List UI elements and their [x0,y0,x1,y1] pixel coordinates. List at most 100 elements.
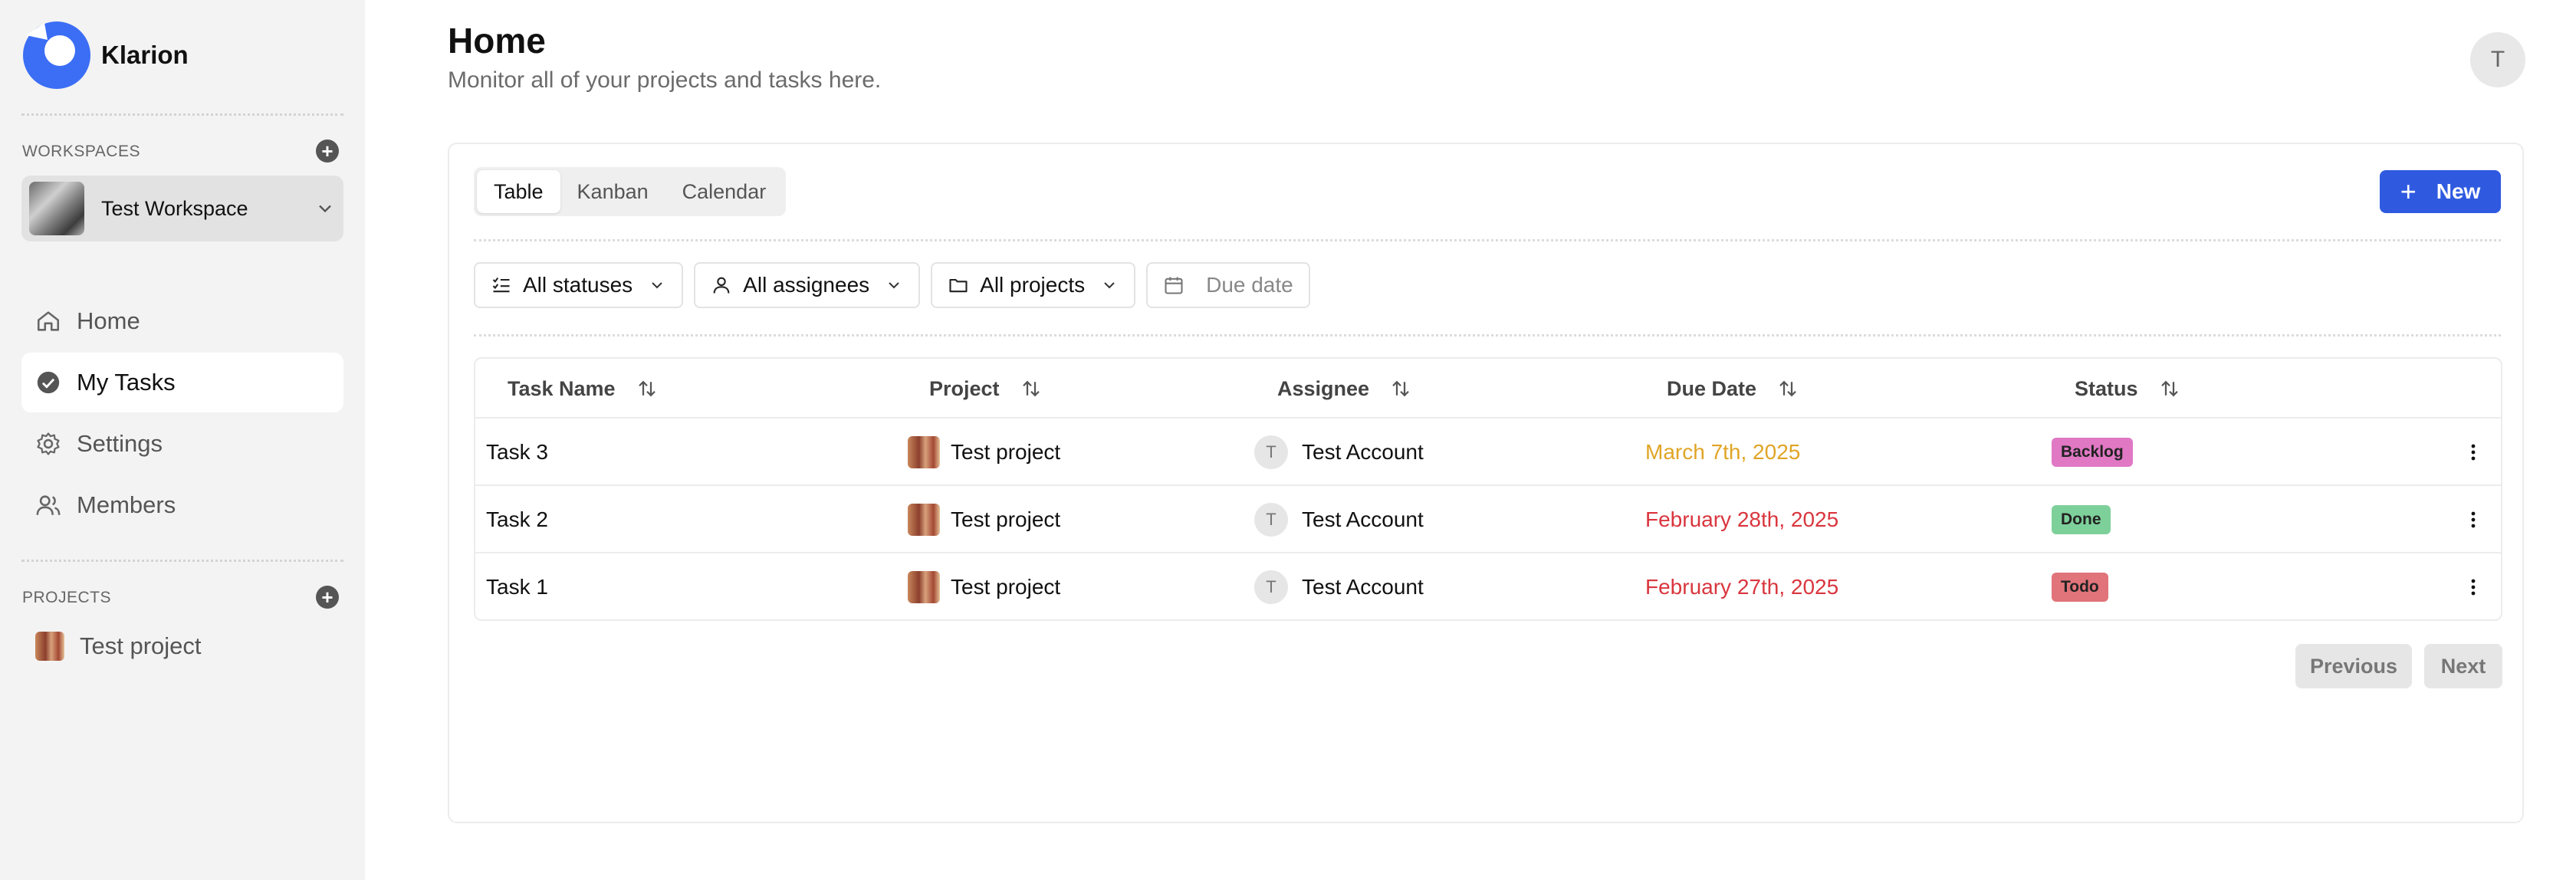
nav-item-label: My Tasks [77,369,176,396]
new-task-button[interactable]: + New [2380,170,2501,213]
column-label: Status [2075,376,2138,400]
table-row[interactable]: Task 2 Test project T Test Account Febru… [475,486,2501,553]
project-filter[interactable]: All projects [931,262,1136,308]
column-header-assignee[interactable]: Assignee [1277,359,1412,419]
nav-item-my-tasks[interactable]: My Tasks [21,353,343,412]
sort-icon [1392,380,1409,397]
assignee-cell: T Test Account [1254,486,1424,553]
add-workspace-button[interactable]: + [316,140,339,163]
sort-icon [1779,380,1796,397]
project-filter-label: All projects [980,273,1086,297]
workspace-name: Test Workspace [101,196,248,220]
sort-icon [2160,380,2178,397]
chevron-down-icon [652,282,662,289]
project-name: Test project [951,440,1061,464]
due-date: March 7th, 2025 [1645,440,1801,464]
assignee-cell: T Test Account [1254,553,1424,621]
tab-kanban[interactable]: Kanban [560,170,665,213]
user-avatar[interactable]: T [2470,32,2525,87]
project-thumbnail [908,571,940,603]
app-name: Klarion [101,41,189,69]
status-filter[interactable]: All statuses [474,262,684,308]
new-button-label: New [2436,179,2481,203]
nav-item-home[interactable]: Home [21,291,343,351]
more-vertical-icon [2471,579,2476,596]
status-cell: Todo [2052,553,2108,621]
workspaces-label: WORKSPACES [22,143,140,160]
project-cell[interactable]: Test project [908,419,1060,486]
assignee-filter-label: All assignees [743,273,870,297]
chevron-down-icon [319,205,331,213]
assignee-filter[interactable]: All assignees [694,262,921,308]
due-date: February 28th, 2025 [1645,507,1839,531]
divider [21,113,343,116]
nav-item-label: Home [77,307,140,334]
divider [474,239,2501,241]
column-header-due-date[interactable]: Due Date [1667,359,1799,419]
column-label: Due Date [1667,376,1757,400]
more-vertical-icon [2471,511,2476,528]
sort-icon [638,380,656,397]
tasks-card: Table Kanban Calendar + New All statuses… [448,143,2524,823]
task-name: Task 2 [486,507,548,531]
column-header-status[interactable]: Status [2075,359,2181,419]
next-page-button[interactable]: Next [2424,644,2502,688]
users-icon [36,495,61,515]
status-cell: Backlog [2052,419,2133,486]
project-name: Test project [951,575,1061,599]
workspace-thumbnail [29,182,84,235]
divider [474,334,2501,337]
project-name: Test project [951,507,1061,531]
sort-icon [1022,380,1040,397]
project-thumbnail [35,632,64,661]
column-header-project[interactable]: Project [929,359,1043,419]
project-cell[interactable]: Test project [908,553,1060,621]
home-icon [37,311,60,331]
tasks-table: Task Name Project Assignee Due Date Stat… [474,357,2502,621]
klarion-logo-icon [23,21,90,89]
task-name: Task 1 [486,575,548,599]
folder-icon [949,278,968,293]
page-title: Home [448,21,546,61]
page-subtitle: Monitor all of your projects and tasks h… [448,67,882,93]
status-badge: Backlog [2052,438,2133,467]
nav-item-label: Settings [77,430,163,457]
row-actions-button[interactable] [2464,419,2482,486]
calendar-icon [1165,277,1183,294]
status-cell: Done [2052,486,2111,553]
workspace-switcher[interactable]: Test Workspace [21,176,343,241]
row-actions-button[interactable] [2464,486,2482,553]
tab-table[interactable]: Table [477,170,560,213]
task-name: Task 3 [486,440,548,464]
table-row[interactable]: Task 3 Test project T Test Account March… [475,419,2501,486]
assignee-avatar: T [1254,570,1288,604]
table-row[interactable]: Task 1 Test project T Test Account Febru… [475,553,2501,621]
assignee-name: Test Account [1302,575,1424,599]
column-header-task-name[interactable]: Task Name [508,359,659,419]
column-label: Assignee [1277,376,1370,400]
due-date-filter[interactable]: Due date [1146,262,1310,308]
assignee-avatar: T [1254,435,1288,469]
column-label: Task Name [508,376,616,400]
tab-calendar[interactable]: Calendar [665,170,784,213]
filter-bar: All statuses All assignees All projects … [474,262,1321,308]
nav-item-members[interactable]: Members [21,475,343,535]
row-actions-button[interactable] [2464,553,2482,621]
assignee-name: Test Account [1302,507,1424,531]
nav-item-label: Members [77,491,176,518]
assignee-name: Test Account [1302,440,1424,464]
add-project-button[interactable]: + [316,586,339,609]
chevron-down-icon [1104,282,1115,289]
due-date-placeholder: Due date [1206,273,1293,297]
nav-item-settings[interactable]: Settings [21,414,343,474]
project-cell[interactable]: Test project [908,486,1060,553]
plus-icon: + [2400,176,2417,207]
status-badge: Todo [2052,573,2108,602]
sidebar-project-item[interactable]: Test project [21,623,343,669]
brand[interactable]: Klarion [21,20,189,90]
previous-page-button[interactable]: Previous [2295,644,2412,688]
assignee-cell: T Test Account [1254,419,1424,486]
table-header: Task Name Project Assignee Due Date Stat… [475,359,2501,419]
due-date: February 27th, 2025 [1645,575,1839,599]
project-name: Test project [80,632,202,659]
